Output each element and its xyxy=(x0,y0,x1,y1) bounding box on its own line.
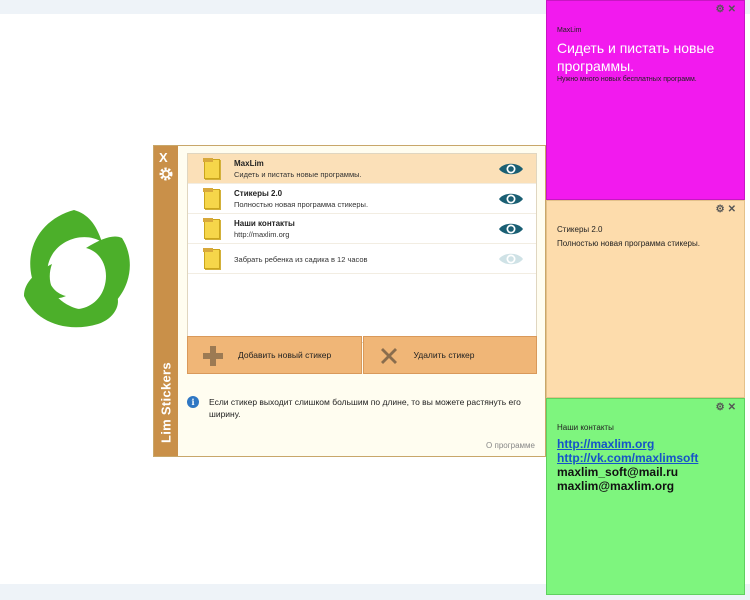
window-sidebar: X Lim Stickers xyxy=(154,146,178,456)
sticker-row[interactable]: Стикеры 2.0 Полностью новая программа ст… xyxy=(188,184,536,214)
note-big-text: Сидеть и пистать новые программы. xyxy=(557,40,715,74)
about-link[interactable]: О программе xyxy=(486,441,535,450)
visibility-eye-icon[interactable] xyxy=(498,161,524,177)
lim-stickers-window: X Lim Stickers MaxLim Сидеть и пистать н… xyxy=(153,145,546,457)
add-sticker-label: Добавить новый стикер xyxy=(238,350,332,360)
note-contact-lines: http://maxlim.org http://vk.com/maxlimso… xyxy=(557,437,698,493)
note-text: Полностью новая программа стикеры. xyxy=(557,239,700,248)
hidden-eye-icon[interactable] xyxy=(498,251,524,267)
note-close-icon[interactable]: ✕ xyxy=(728,4,736,15)
sticker-note-icon xyxy=(203,158,220,179)
sticker-note-icon xyxy=(203,248,220,269)
note-controls: ⚙ ✕ xyxy=(713,204,736,215)
info-icon: i xyxy=(187,396,199,408)
visibility-eye-icon[interactable] xyxy=(498,191,524,207)
sticker-row[interactable]: Забрать ребенка из садика в 12 часов xyxy=(188,244,536,274)
cross-icon xyxy=(380,348,397,364)
note-close-icon[interactable]: ✕ xyxy=(728,204,736,215)
sticky-note-peach[interactable]: ⚙ ✕ Стикеры 2.0 Полностью новая программа… xyxy=(546,200,745,398)
app-vertical-title: Lim Stickers xyxy=(158,362,174,444)
note-close-icon[interactable]: ✕ xyxy=(728,402,736,413)
sticker-subtitle: Сидеть и пистать новые программы. xyxy=(234,170,362,179)
sticker-row[interactable]: MaxLim Сидеть и пистать новые программы. xyxy=(188,154,536,184)
sticker-title: MaxLim xyxy=(234,159,264,168)
note-controls: ⚙ ✕ xyxy=(713,402,736,413)
note-gear-icon[interactable]: ⚙ xyxy=(716,4,725,15)
sticker-note-icon xyxy=(203,218,220,239)
note-small-title: MaxLim xyxy=(557,27,582,34)
sticker-list: MaxLim Сидеть и пистать новые программы.… xyxy=(187,153,537,343)
sticker-title: Стикеры 2.0 xyxy=(234,189,283,198)
delete-sticker-label: Удалить стикер xyxy=(413,350,475,360)
contact-email-2: maxlim@maxlim.org xyxy=(557,479,675,493)
sticky-note-magenta[interactable]: ⚙ ✕ MaxLim Сидеть и пистать новые програм… xyxy=(546,0,745,200)
delete-sticker-button[interactable]: Удалить стикер xyxy=(362,336,537,374)
action-button-bar: Добавить новый стикер Удалить стикер xyxy=(187,336,537,374)
note-gear-icon[interactable]: ⚙ xyxy=(716,204,725,215)
note-gear-icon[interactable]: ⚙ xyxy=(716,402,725,413)
contact-link-site[interactable]: http://maxlim.org xyxy=(557,437,698,451)
note-small-text: Нужно много новых бесплатных программ. xyxy=(557,76,697,83)
settings-gear-icon[interactable] xyxy=(158,166,174,182)
note-controls: ⚙ ✕ xyxy=(713,4,736,15)
info-text: Если стикер выходит слишком большим по д… xyxy=(209,397,521,419)
sticker-subtitle: Забрать ребенка из садика в 12 часов xyxy=(234,255,368,264)
sticker-row[interactable]: Наши контакты http://maxlim.org xyxy=(188,214,536,244)
sticky-note-green[interactable]: ⚙ ✕ Наши контакты http://maxlim.org http:… xyxy=(546,398,745,595)
contact-email-1: maxlim_soft@mail.ru xyxy=(557,465,679,479)
add-sticker-button[interactable]: Добавить новый стикер xyxy=(187,336,362,374)
close-window-button[interactable]: X xyxy=(159,150,168,165)
visibility-eye-icon[interactable] xyxy=(498,221,524,237)
contact-link-vk[interactable]: http://vk.com/maxlimsoft xyxy=(557,451,698,465)
note-title: Наши контакты xyxy=(557,423,614,432)
sticker-subtitle: http://maxlim.org xyxy=(234,230,290,239)
sticker-note-icon xyxy=(203,188,220,209)
sticker-subtitle: Полностью новая программа стикеры. xyxy=(234,200,369,209)
plus-icon xyxy=(203,346,223,366)
sticker-title: Наши контакты xyxy=(234,219,295,228)
lim-logo-icon xyxy=(24,210,130,328)
note-title: Стикеры 2.0 xyxy=(557,225,603,234)
